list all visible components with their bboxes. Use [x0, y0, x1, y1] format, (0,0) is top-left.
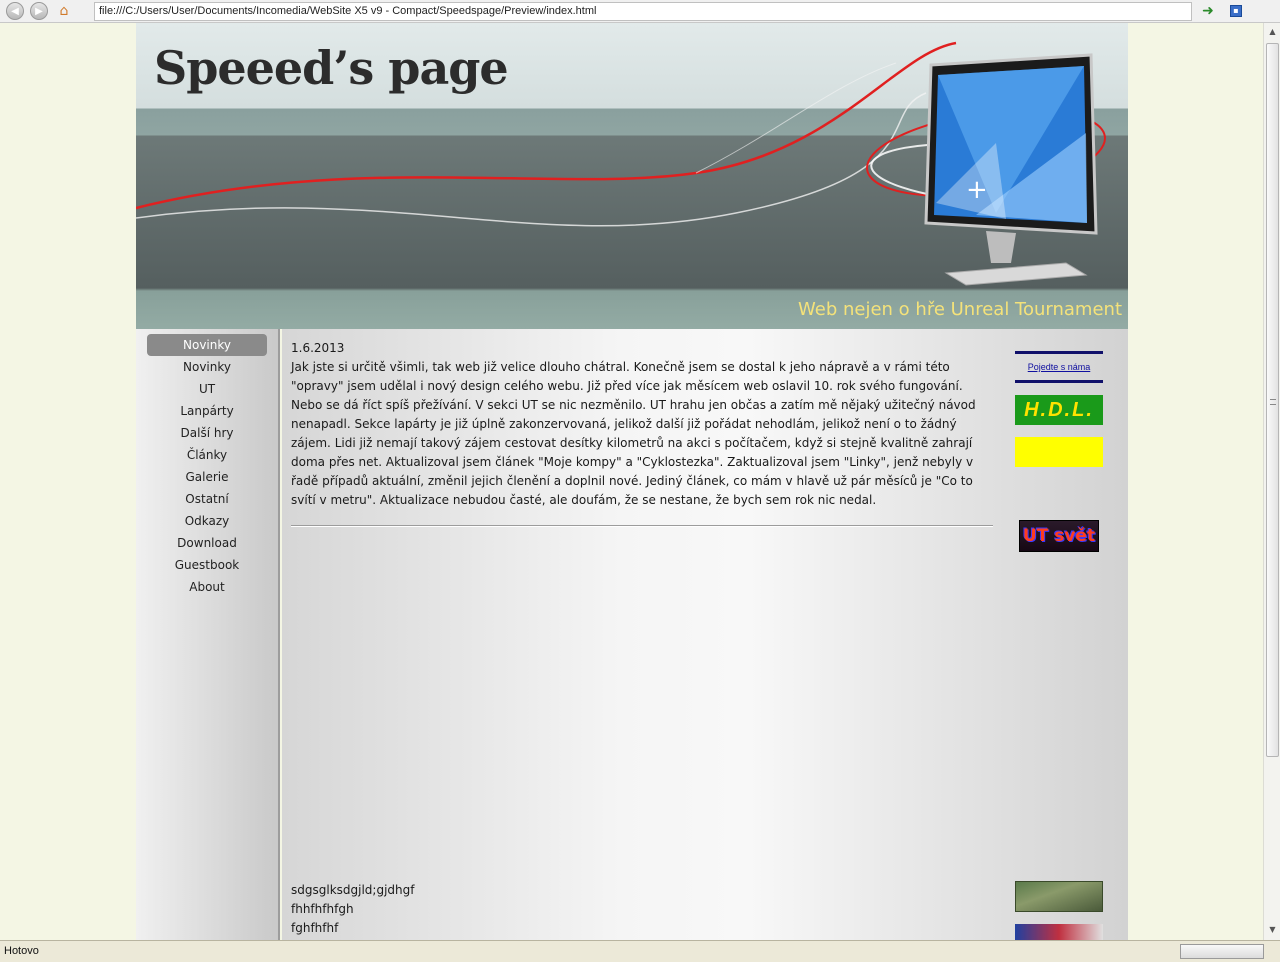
menu-item-ut[interactable]: UT [147, 378, 267, 400]
bottom-line: fghfhfhf [291, 921, 339, 935]
banner-yellow[interactable] [1015, 437, 1103, 467]
banner-game-logo[interactable] [1015, 924, 1103, 940]
menu-item-novinky[interactable]: Novinky [147, 356, 267, 378]
bottom-line: fhhfhfhfgh [291, 902, 354, 916]
scroll-up-icon[interactable]: ▲ [1266, 25, 1279, 39]
vertical-scrollbar[interactable]: ▲ ▼ [1263, 23, 1280, 940]
banner-ut-svet[interactable]: UT svět [1019, 520, 1099, 552]
menu-item-about[interactable]: About [147, 576, 267, 598]
bottom-text: sdgsglksdgjld;gjdhgf fhhfhfhfgh fghfhfhf [291, 881, 414, 938]
sidebar: Novinky Novinky UT Lanpárty Další hry Články G… [136, 329, 280, 940]
menu-item-guestbook[interactable]: Guestbook [147, 554, 267, 576]
main-content: 1.6.2013 Jak jste si určitě všimli, tak … [282, 329, 1128, 940]
bottom-line: sdgsglksdgjld;gjdhgf [291, 883, 415, 897]
menu-item-články[interactable]: Články [147, 444, 267, 466]
content-divider [291, 525, 993, 527]
article-date: 1.6.2013 [291, 341, 345, 355]
grip-icon [1270, 399, 1276, 405]
article-body: Jak jste si určitě všimli, tak web již v… [291, 360, 976, 507]
bookmark-icon[interactable]: ▪ [1230, 5, 1242, 17]
home-icon[interactable]: ⌂ [54, 2, 74, 20]
monitor-icon: + [924, 53, 1098, 286]
menu-item-novinky[interactable]: Novinky [147, 334, 267, 356]
banner-game-screenshot[interactable] [1015, 881, 1103, 912]
back-icon[interactable]: ◀ [6, 2, 24, 20]
site-tagline: Web nejen o hře Unreal Tournament [798, 299, 1122, 320]
forward-icon[interactable]: ▶ [30, 2, 48, 20]
go-arrow-icon[interactable]: ➜ [1200, 3, 1216, 19]
scroll-down-icon[interactable]: ▼ [1266, 923, 1279, 937]
scroll-thumb[interactable] [1266, 43, 1279, 757]
menu-item-další-hry[interactable]: Další hry [147, 422, 267, 444]
menu-item-galerie[interactable]: Galerie [147, 466, 267, 488]
web-page: + Speeed’s page Web nejen o hře Unreal T… [136, 23, 1128, 940]
status-text: Hotovo [4, 945, 39, 957]
progress-bar [1180, 944, 1264, 959]
status-bar: Hotovo [0, 940, 1280, 962]
browser-toolbar: ◀ ▶ ⌂ file:///C:/Users/User/Documents/In… [0, 0, 1280, 23]
banner-pojedte-s-nama[interactable]: Pojedte s náma [1015, 351, 1103, 383]
main-menu: Novinky Novinky UT Lanpárty Další hry Články G… [136, 329, 278, 598]
address-bar[interactable]: file:///C:/Users/User/Documents/Incomedi… [94, 2, 1192, 21]
menu-item-download[interactable]: Download [147, 532, 267, 554]
menu-item-ostatní[interactable]: Ostatní [147, 488, 267, 510]
svg-text:+: + [966, 175, 988, 205]
menu-item-odkazy[interactable]: Odkazy [147, 510, 267, 532]
site-header: + Speeed’s page Web nejen o hře Unreal T… [136, 23, 1128, 329]
site-title: Speeed’s page [154, 41, 509, 95]
news-article: 1.6.2013 Jak jste si určitě všimli, tak … [291, 339, 996, 510]
banner-hdl[interactable]: H.D.L. [1015, 395, 1103, 425]
menu-item-lanpárty[interactable]: Lanpárty [147, 400, 267, 422]
